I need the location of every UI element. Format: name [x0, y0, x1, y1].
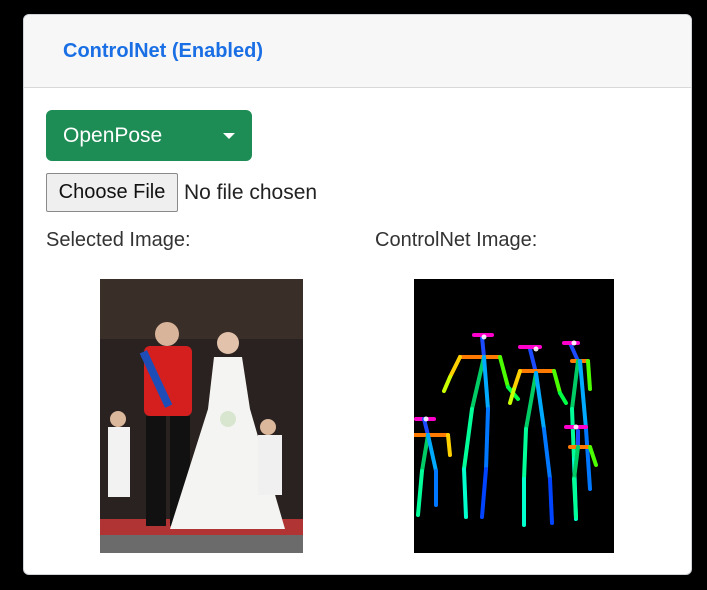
choose-file-button[interactable]: Choose File	[46, 173, 178, 212]
file-status-text: No file chosen	[184, 180, 318, 204]
selected-image-label: Selected Image:	[46, 229, 191, 251]
caret-down-icon	[223, 133, 235, 139]
file-input: Choose File No file chosen	[46, 173, 317, 212]
controlnet-card: ControlNet (Enabled) OpenPose Choose Fil…	[23, 14, 692, 575]
controlnet-image-label: ControlNet Image:	[375, 229, 538, 251]
panel-title[interactable]: ControlNet (Enabled)	[63, 40, 263, 63]
preprocessor-dropdown[interactable]: OpenPose	[46, 110, 252, 161]
controlnet-image	[414, 279, 614, 553]
selected-image	[100, 279, 303, 553]
openpose-skeleton-graphic	[414, 333, 598, 527]
card-header[interactable]: ControlNet (Enabled)	[24, 15, 691, 88]
wedding-photo-illustration	[100, 279, 303, 553]
preprocessor-selected-label: OpenPose	[63, 123, 163, 147]
